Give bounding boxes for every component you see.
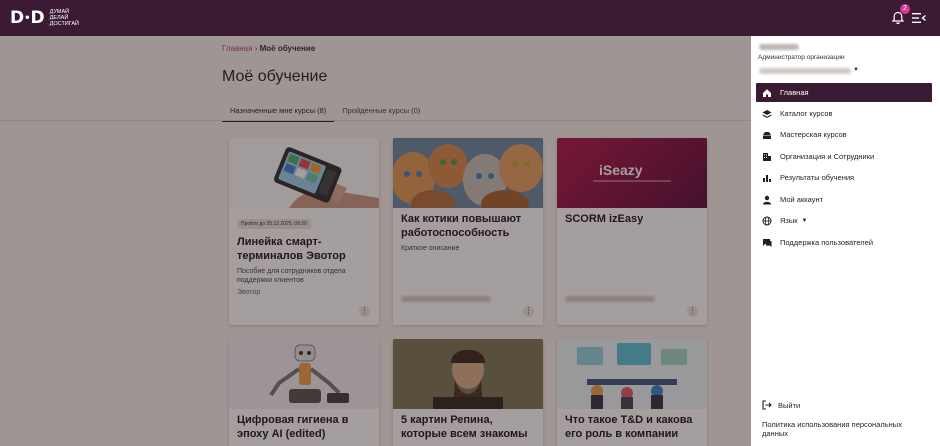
layers-icon	[762, 109, 772, 118]
nav-item-language[interactable]: Язык ▼	[756, 211, 932, 230]
home-icon	[763, 88, 771, 97]
globe-icon	[762, 216, 772, 225]
logout-button[interactable]: Выйти	[762, 400, 800, 410]
nav-item-account[interactable]: Мой аккаунт	[756, 190, 932, 209]
nav-item-home[interactable]: Главная	[756, 83, 932, 102]
organization-redacted[interactable]	[759, 68, 851, 74]
notification-badge: 2	[900, 4, 910, 14]
privacy-policy-link[interactable]: Политика использования персональных данн…	[762, 420, 922, 438]
backdrop-overlay[interactable]	[0, 36, 751, 446]
side-panel: Администратор организации ▼ Главная Ката…	[751, 36, 940, 446]
nav-item-organization[interactable]: Организация и Сотрудники	[756, 147, 932, 166]
top-bar: D•D ДУМАЙ ДЕЛАЙ ДОСТИГАЙ 2	[0, 0, 940, 36]
nav-item-support[interactable]: Поддержка пользователей	[756, 233, 932, 252]
chat-icon	[763, 238, 772, 247]
menu-collapse-icon[interactable]	[912, 12, 926, 24]
logout-icon	[762, 400, 772, 410]
logo-tagline: ДУМАЙ ДЕЛАЙ ДОСТИГАЙ	[49, 9, 79, 27]
nav-item-results[interactable]: Результаты обучения	[756, 168, 932, 187]
caret-down-icon[interactable]: ▼	[853, 67, 859, 73]
user-role: Администратор организации	[758, 54, 845, 61]
toolbox-icon	[763, 131, 771, 139]
bar-chart-icon	[763, 174, 771, 182]
logo[interactable]: D•D ДУМАЙ ДЕЛАЙ ДОСТИГАЙ	[10, 7, 79, 29]
person-icon	[763, 195, 771, 204]
caret-down-icon: ▼	[801, 217, 808, 224]
nav-item-catalog[interactable]: Каталог курсов	[756, 104, 932, 123]
building-icon	[763, 152, 771, 161]
user-name-redacted	[759, 44, 799, 50]
nav-item-workshop[interactable]: Мастерская курсов	[756, 125, 932, 144]
logo-mark: D•D	[10, 8, 45, 28]
